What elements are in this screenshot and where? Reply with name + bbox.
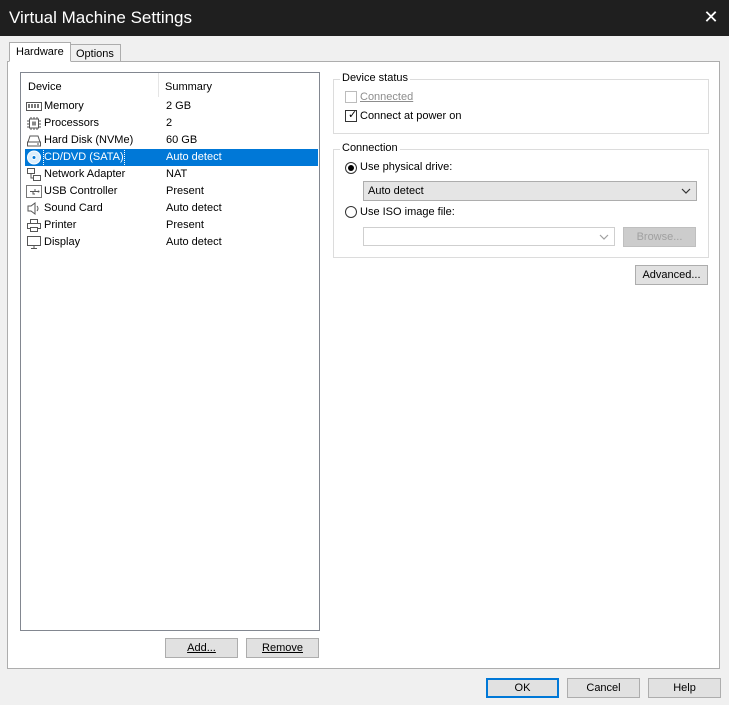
- advanced-button[interactable]: Advanced...: [635, 265, 708, 285]
- device-status-label: Device status: [340, 72, 411, 84]
- network-adapter-icon: [27, 168, 41, 181]
- ok-button[interactable]: OK: [486, 678, 559, 698]
- device-name: Processors: [44, 117, 100, 129]
- cancel-button-label: Cancel: [586, 682, 621, 694]
- device-summary: Auto detect: [166, 236, 222, 248]
- device-summary: NAT: [166, 168, 188, 180]
- device-name: CD/DVD (SATA): [43, 148, 125, 167]
- device-name: Display: [44, 236, 81, 248]
- device-row-memory[interactable]: Memory 2 GB: [25, 98, 318, 115]
- window-title: Virtual Machine Settings: [9, 8, 193, 27]
- connected-label: Connected: [360, 91, 414, 103]
- device-row-cd-dvd[interactable]: CD/DVD (SATA) Auto detect: [25, 148, 318, 167]
- device-row-display[interactable]: Display Auto detect: [25, 234, 318, 251]
- ok-button-label: OK: [514, 682, 531, 694]
- advanced-button-label: Advanced...: [642, 269, 701, 281]
- device-summary: Present: [166, 185, 204, 197]
- device-name: Sound Card: [44, 202, 103, 214]
- cancel-button[interactable]: Cancel: [567, 678, 640, 698]
- device-name: USB Controller: [44, 185, 118, 197]
- usb-icon: [26, 185, 42, 198]
- physical-drive-select[interactable]: Auto detect: [363, 181, 697, 201]
- device-status-group: [333, 79, 709, 134]
- speaker-icon: [27, 202, 39, 215]
- tab-options[interactable]: Options: [69, 44, 121, 62]
- device-row-hard-disk[interactable]: Hard Disk (NVMe) 60 GB: [25, 132, 318, 149]
- column-header-summary[interactable]: Summary: [165, 81, 212, 93]
- connect-at-power-on-checkbox[interactable]: ✓: [345, 109, 358, 122]
- column-header-device[interactable]: Device: [28, 81, 62, 93]
- tab-hardware[interactable]: Hardware: [9, 42, 71, 62]
- remove-button-label: Remove: [262, 642, 303, 654]
- use-iso-label: Use ISO image file:: [360, 206, 455, 218]
- monitor-icon: [27, 236, 41, 249]
- column-divider[interactable]: [158, 73, 159, 97]
- physical-drive-value: Auto detect: [368, 185, 424, 197]
- device-summary: 2: [166, 117, 173, 129]
- title-bar: Virtual Machine Settings ✕: [0, 0, 729, 36]
- hard-disk-icon: [27, 135, 41, 147]
- device-row-sound-card[interactable]: Sound Card Auto detect: [25, 200, 318, 217]
- connection-label: Connection: [340, 142, 400, 154]
- memory-icon: [26, 102, 42, 111]
- connected-checkbox[interactable]: [345, 91, 357, 103]
- iso-file-select[interactable]: [363, 227, 615, 246]
- printer-icon: [27, 219, 41, 232]
- cd-dvd-icon: [27, 150, 41, 165]
- chevron-down-icon: [599, 234, 609, 240]
- device-row-usb-controller[interactable]: USB Controller Present: [25, 183, 318, 200]
- chevron-down-icon: [681, 188, 691, 194]
- device-summary: Present: [166, 219, 204, 231]
- add-button-label: Add...: [187, 642, 216, 654]
- browse-button[interactable]: Browse...: [623, 227, 696, 247]
- device-row-network-adapter[interactable]: Network Adapter NAT: [25, 166, 318, 183]
- device-name: Hard Disk (NVMe): [44, 134, 134, 146]
- connect-at-power-on-label: Connect at power on: [360, 110, 462, 122]
- device-name: Memory: [44, 100, 84, 112]
- remove-button[interactable]: Remove: [246, 638, 319, 658]
- device-name: Printer: [44, 219, 77, 231]
- device-summary: Auto detect: [166, 202, 222, 214]
- help-button-label: Help: [673, 682, 696, 694]
- device-name: Network Adapter: [44, 168, 126, 180]
- device-row-printer[interactable]: Printer Present: [25, 217, 318, 234]
- processor-icon: [27, 117, 41, 130]
- check-icon: ✓: [348, 109, 358, 121]
- use-iso-radio[interactable]: [345, 206, 357, 218]
- device-summary: 60 GB: [166, 134, 198, 146]
- close-icon[interactable]: ✕: [699, 4, 723, 30]
- device-row-processors[interactable]: Processors 2: [25, 115, 318, 132]
- device-summary: 2 GB: [166, 100, 192, 112]
- help-button[interactable]: Help: [648, 678, 721, 698]
- device-list[interactable]: Device Summary Memory 2 GB Processors 2 …: [20, 72, 320, 631]
- use-physical-drive-label: Use physical drive:: [360, 161, 453, 173]
- use-physical-drive-radio[interactable]: [345, 162, 357, 174]
- add-button[interactable]: Add...: [165, 638, 238, 658]
- browse-button-label: Browse...: [636, 231, 683, 243]
- radio-dot-icon: [348, 165, 354, 171]
- device-summary: Auto detect: [166, 151, 222, 163]
